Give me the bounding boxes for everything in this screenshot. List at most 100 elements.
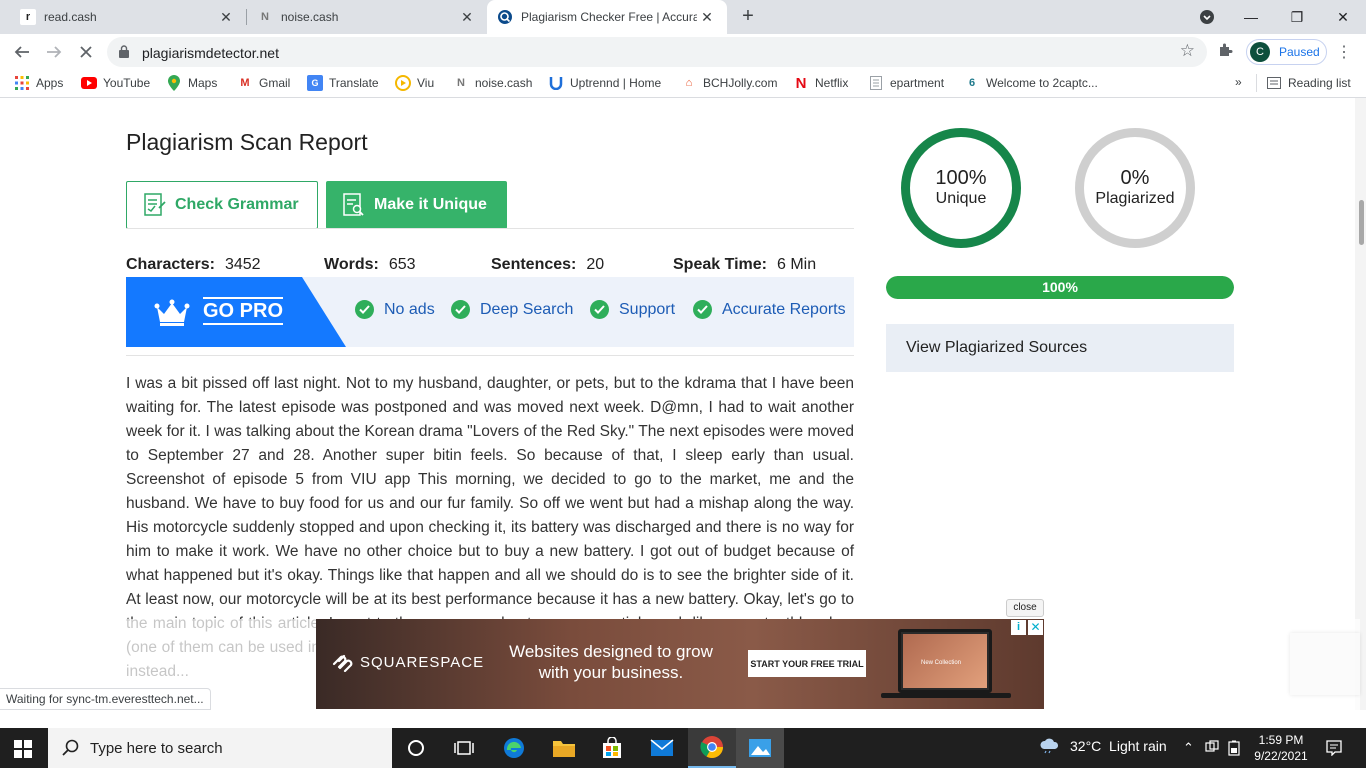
tab-title: noise.cash [281,10,339,24]
bookmark-label: noise.cash [475,76,533,90]
network-icon[interactable] [1205,740,1219,757]
bookmark-youtube[interactable]: YouTube [81,75,150,91]
page-title: Plagiarism Scan Report [126,129,368,155]
extensions-puzzle-icon[interactable] [1217,42,1233,63]
windows-taskbar: Type here to search 32°C Light rain ⌃ 1:… [0,728,1366,768]
back-button[interactable] [8,38,36,66]
stop-loading-button[interactable] [72,38,100,66]
bookmark-2captcha[interactable]: 6 Welcome to 2captc... [964,75,1098,91]
recaptcha-badge[interactable] [1290,633,1360,695]
feature-label: Accurate Reports [722,300,846,318]
chrome-icon [700,736,723,758]
taskbar-clock[interactable]: 1:59 PM 9/22/2021 [1248,732,1314,764]
more-options-icon[interactable]: ⋮ [1336,42,1352,62]
go-pro-badge[interactable]: GO PRO [126,277,346,347]
bookmark-noisecash[interactable]: N noise.cash [453,75,532,91]
bchjolly-icon: ⌂ [685,77,693,89]
characters-label: Characters: [126,256,215,273]
crown-icon [154,299,190,326]
weather-widget[interactable]: 32°C Light rain [1038,738,1167,754]
taskbar-store[interactable] [588,728,636,768]
bookmark-label: Viu [417,76,435,90]
characters-stat: Characters: 3452 [126,256,261,274]
close-tab-icon[interactable]: ✕ [216,9,236,26]
close-window-button[interactable]: ✕ [1320,0,1366,34]
ad-brand: SQUARESPACE [360,653,485,671]
tab-noisecash[interactable]: N noise.cash ✕ [237,0,487,34]
taskbar-mail[interactable] [638,728,686,768]
make-unique-button[interactable]: Make it Unique [326,181,507,229]
more-bookmarks-label: » [1235,75,1242,89]
bookmark-epartment[interactable]: epartment [868,75,944,91]
taskbar-file-explorer[interactable] [540,728,588,768]
battery-icon[interactable] [1228,740,1240,759]
bookmark-gmail[interactable]: M Gmail [237,75,290,91]
maximize-button[interactable]: ❐ [1274,0,1320,34]
speak-time-value: 6 Min [776,256,817,273]
bookmark-label: BCHJolly.com [703,76,778,90]
cortana-button[interactable] [392,728,440,768]
ad-close-button[interactable]: close [1006,599,1044,617]
close-tab-icon[interactable]: ✕ [697,9,717,26]
unique-progress-bar: 100% [886,276,1234,299]
bookmark-bchjolly[interactable]: ⌂ BCHJolly.com [681,75,778,91]
url-text[interactable]: plagiarismdetector.net [142,45,279,61]
speak-time-stat: Speak Time: 6 Min [673,256,816,274]
close-tab-icon[interactable]: ✕ [457,9,477,26]
mail-icon [650,739,674,756]
taskbar-edge[interactable] [490,728,538,768]
address-bar[interactable]: plagiarismdetector.net ☆ [107,37,1207,67]
tab-search-button[interactable] [1184,0,1230,34]
go-pro-banner[interactable]: GO PRO No ads Deep Search Support Accura… [126,277,854,347]
bookmark-label: Translate [329,76,379,90]
squarespace-logo: SQUARESPACE [330,652,484,672]
ad-cta-button[interactable]: START YOUR FREE TRIAL [748,650,866,677]
ad-dismiss-icon[interactable]: ✕ [1028,620,1043,635]
notifications-icon[interactable] [1326,740,1342,761]
weather-text: 32°C Light rain [1070,738,1167,754]
unique-score-ring: 100% Unique [901,128,1021,248]
progress-label: 100% [1042,279,1078,295]
bookmark-uptrennd[interactable]: Uptrennd | Home [548,75,661,91]
bookmark-viu[interactable]: Viu [395,75,434,91]
scrollbar-thumb[interactable] [1359,200,1364,245]
lock-icon [119,45,129,58]
bookmark-label: epartment [890,76,945,90]
bookmark-apps[interactable]: Apps [14,75,63,91]
ad-info-icon[interactable]: i [1011,620,1026,635]
bookmark-star-icon[interactable]: ☆ [1180,41,1195,61]
check-grammar-button[interactable]: Check Grammar [126,181,318,229]
sentences-stat: Sentences: 20 [491,256,604,274]
reading-list-button[interactable]: Reading list [1266,75,1351,91]
minimize-button[interactable]: — [1228,0,1274,34]
check-grammar-label: Check Grammar [175,196,299,213]
document-icon [868,75,884,91]
task-view-button[interactable] [440,728,488,768]
taskbar-photos[interactable] [736,728,784,768]
forward-button[interactable] [40,38,68,66]
tab-title: read.cash [44,10,97,24]
tray-chevron-up-icon[interactable]: ⌃ [1183,740,1194,756]
tab-readcash[interactable]: r read.cash ✕ [0,0,246,34]
tab-plagiarism-checker[interactable]: Plagiarism Checker Free | Accura ✕ [487,0,727,34]
close-icon [80,46,92,58]
squarespace-ad-banner[interactable]: SQUARESPACE Websites designed to grow wi… [316,619,1044,709]
new-tab-button[interactable]: + [737,5,759,27]
windows-start-button[interactable] [14,740,32,763]
laptop-image: New Collection [898,629,992,693]
bookmark-netflix[interactable]: N Netflix [793,75,849,92]
browser-toolbar: plagiarismdetector.net ☆ C Paused ⋮ [0,34,1366,70]
bookmark-maps[interactable]: Maps [166,75,217,91]
more-bookmarks-button[interactable]: » [1235,75,1242,89]
bookmark-label: Uptrennd | Home [570,76,662,90]
feature-deep-search: Deep Search [451,300,573,319]
divider [126,355,854,356]
bookmark-translate[interactable]: G Translate [307,75,379,91]
check-circle-icon [355,300,374,319]
view-plagiarized-sources-button[interactable]: View Plagiarized Sources [886,324,1234,372]
taskbar-search-box[interactable]: Type here to search [48,728,392,768]
bookmark-label: Maps [188,76,218,90]
profile-button[interactable]: C Paused [1246,39,1327,65]
taskbar-chrome[interactable] [688,728,736,768]
words-label: Words: [324,256,379,273]
